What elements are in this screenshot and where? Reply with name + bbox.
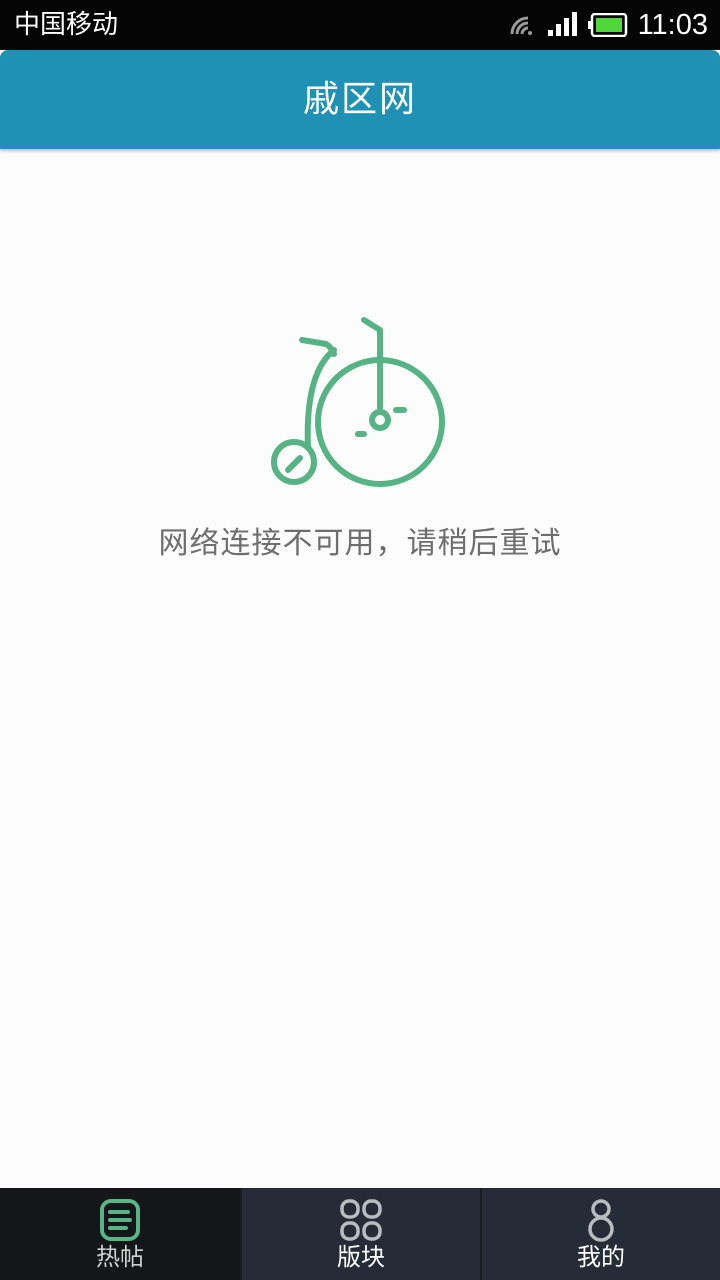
status-icons: 11:03 [508, 8, 708, 42]
battery-icon [587, 13, 627, 37]
grid-icon [340, 1199, 382, 1241]
page-title: 戚区网 [302, 79, 417, 120]
tab-boards[interactable]: 版块 [240, 1188, 480, 1280]
bicycle-icon [271, 317, 445, 487]
hot-posts-icon [100, 1199, 140, 1241]
tab-me[interactable]: 我的 [480, 1188, 720, 1280]
empty-state-message: 网络连接不可用，请稍后重试 [158, 526, 562, 561]
carrier-name: 中国移动 [14, 10, 119, 40]
tab-hot-posts-label: 热帖 [96, 1243, 144, 1271]
signal-icon [547, 12, 577, 36]
app-header: 戚区网 [0, 50, 720, 149]
wifi-icon [510, 16, 532, 35]
tab-hot-posts[interactable]: 热帖 [0, 1188, 240, 1280]
status-time: 11:03 [637, 9, 708, 41]
bottom-nav: 热帖 版块 我的 [0, 1188, 720, 1280]
tab-boards-label: 版块 [337, 1243, 385, 1271]
tab-me-label: 我的 [577, 1243, 625, 1271]
status-bar: 中国移动 11:03 [0, 0, 720, 50]
profile-icon [588, 1199, 614, 1242]
